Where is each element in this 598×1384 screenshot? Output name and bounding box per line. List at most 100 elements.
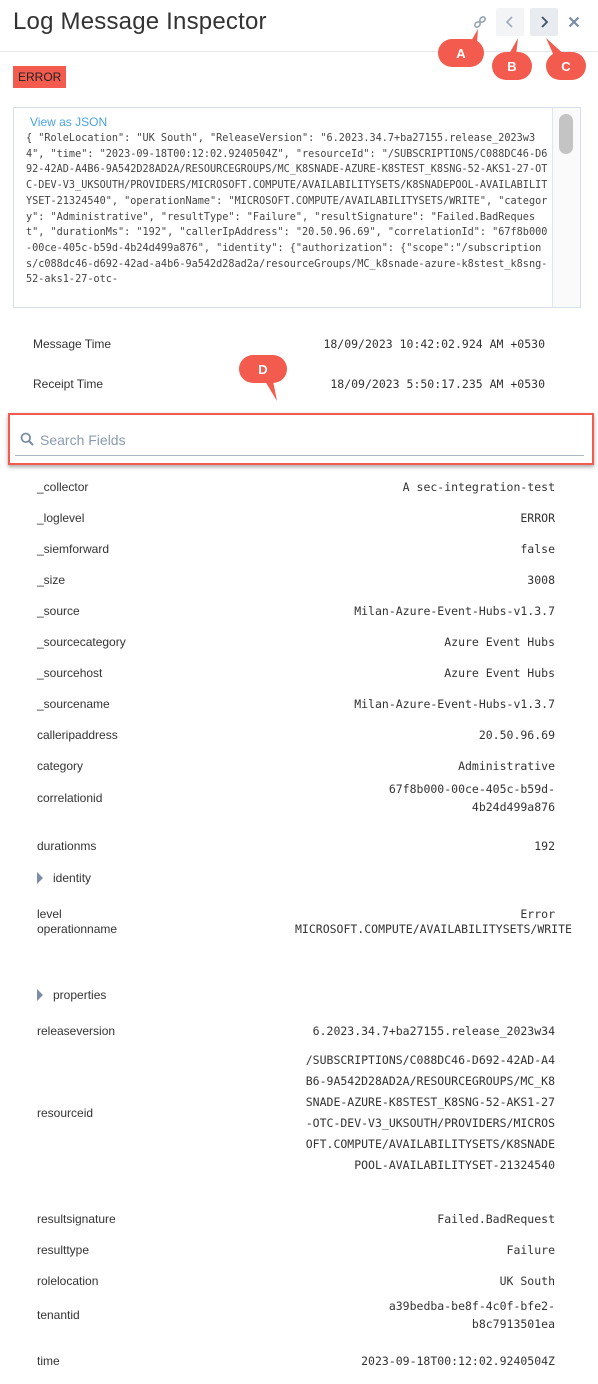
raw-message-scrollbar[interactable] bbox=[552, 108, 580, 307]
field-name-text: level bbox=[37, 907, 62, 921]
field-value: A sec-integration-test bbox=[402, 480, 555, 494]
field-name-text: resulttype bbox=[37, 1243, 90, 1257]
next-message-button[interactable] bbox=[530, 8, 558, 36]
field-value: /SUBSCRIPTIONS/C088DC46-D692-42AD-A4B6-9… bbox=[305, 1052, 555, 1172]
receipt-time-value: 18/09/2023 5:50:17.235 AM +0530 bbox=[330, 377, 545, 391]
close-button[interactable] bbox=[560, 8, 588, 36]
field-name: rolelocation bbox=[37, 1274, 98, 1288]
chevron-right-icon bbox=[541, 16, 549, 28]
field-name: level bbox=[37, 907, 62, 921]
field-name: _sourcecategory bbox=[37, 635, 126, 649]
callout-d: D bbox=[239, 355, 287, 401]
field-name-text: resultsignature bbox=[37, 1212, 116, 1226]
field-value: 2023-09-18T00:12:02.9240504Z bbox=[361, 1354, 555, 1368]
field-name-text: _sourcehost bbox=[37, 666, 103, 680]
field-row: category Administrative bbox=[37, 757, 555, 775]
callout-pointer bbox=[546, 38, 566, 56]
field-name-text: calleripaddress bbox=[37, 728, 118, 742]
callout-pointer bbox=[508, 38, 518, 56]
callout-label: B bbox=[507, 58, 517, 74]
field-row: _sourcename Milan-Azure-Event-Hubs-v1.3.7 bbox=[37, 695, 555, 713]
field-value: Azure Event Hubs bbox=[444, 635, 555, 649]
search-underline bbox=[15, 455, 584, 456]
link-icon bbox=[474, 16, 486, 28]
search-fields-container bbox=[8, 413, 594, 465]
field-row: _collector A sec-integration-test bbox=[37, 478, 555, 496]
field-name-text: _siemforward bbox=[37, 542, 110, 556]
expand-caret-icon[interactable] bbox=[37, 989, 43, 1001]
field-name[interactable]: identity bbox=[37, 871, 91, 885]
field-value: Milan-Azure-Event-Hubs-v1.3.7 bbox=[354, 604, 555, 618]
raw-message-panel[interactable]: View as JSON { "RoleLocation": "UK South… bbox=[13, 107, 581, 308]
field-name: _sourcename bbox=[37, 697, 110, 711]
field-name: category bbox=[37, 759, 83, 773]
field-value: 3008 bbox=[527, 573, 555, 587]
callout-label: D bbox=[258, 361, 268, 377]
field-value: Milan-Azure-Event-Hubs-v1.3.7 bbox=[354, 697, 555, 711]
scrollbar-thumb[interactable] bbox=[559, 114, 573, 154]
field-name-text: resourceid bbox=[37, 1105, 94, 1120]
field-name-text: _collector bbox=[37, 480, 89, 494]
field-name-text: _source bbox=[37, 604, 80, 618]
field-name-text: category bbox=[37, 759, 84, 773]
callout-label: A bbox=[456, 45, 466, 61]
field-value: ERROR bbox=[520, 511, 555, 525]
field-value: Failed.BadRequest bbox=[437, 1212, 555, 1226]
field-row: correlationid 67f8b000-00ce-405c-b59d-4b2… bbox=[37, 780, 555, 816]
field-row: tenantid a39bedba-be8f-4c0f-bfe2-b8c79135… bbox=[37, 1297, 555, 1333]
field-name-text: time bbox=[37, 1354, 60, 1368]
log-level-badge: ERROR bbox=[13, 66, 67, 88]
field-name-text: operationname bbox=[37, 922, 118, 936]
message-time-value: 18/09/2023 10:42:02.924 AM +0530 bbox=[323, 337, 545, 351]
field-row: durationms 192 bbox=[37, 837, 555, 855]
page-title: Log Message Inspector bbox=[13, 8, 267, 35]
field-name-text: identity bbox=[53, 871, 92, 885]
field-name: resourceid bbox=[37, 1106, 93, 1120]
field-row: _size 3008 bbox=[37, 571, 555, 589]
field-name-text: tenantid bbox=[37, 1308, 80, 1322]
field-row: time 2023-09-18T00:12:02.9240504Z bbox=[37, 1352, 555, 1370]
field-name: _source bbox=[37, 604, 80, 618]
callout-pointer bbox=[470, 29, 478, 43]
field-value: a39bedba-be8f-4c0f-bfe2-b8c7913501ea bbox=[388, 1299, 555, 1331]
callout-c: C bbox=[546, 38, 586, 80]
field-name-text: correlationid bbox=[37, 791, 103, 805]
field-name-text: _sourcename bbox=[37, 697, 110, 711]
field-name: calleripaddress bbox=[37, 728, 118, 742]
field-name: resultsignature bbox=[37, 1212, 116, 1226]
field-row[interactable]: properties bbox=[37, 988, 555, 1002]
field-name[interactable]: properties bbox=[37, 988, 106, 1002]
field-name-text: durationms bbox=[37, 839, 97, 853]
close-icon bbox=[568, 16, 580, 28]
field-name: tenantid bbox=[37, 1308, 80, 1322]
callout-b: B bbox=[492, 38, 532, 80]
field-name-text: _size bbox=[37, 573, 66, 587]
field-row: _loglevel ERROR bbox=[37, 509, 555, 527]
field-value: 192 bbox=[534, 839, 555, 853]
raw-message-text: { "RoleLocation": "UK South", "ReleaseVe… bbox=[26, 133, 548, 286]
field-value: MICROSOFT.COMPUTE/AVAILABILITYSETS/WRITE bbox=[295, 922, 572, 936]
field-row: operationname MICROSOFT.COMPUTE/AVAILABIL… bbox=[37, 920, 572, 938]
field-value: Failure bbox=[506, 1243, 555, 1257]
callout-a: A bbox=[438, 29, 484, 67]
search-icon bbox=[20, 432, 34, 446]
message-time-label: Message Time bbox=[33, 337, 112, 351]
field-value: 67f8b000-00ce-405c-b59d-4b24d499a876 bbox=[388, 782, 555, 814]
field-row: rolelocation UK South bbox=[37, 1272, 555, 1290]
previous-message-button[interactable] bbox=[496, 8, 524, 36]
field-name-text: rolelocation bbox=[37, 1274, 99, 1288]
field-name: durationms bbox=[37, 839, 96, 853]
field-value: false bbox=[520, 542, 555, 556]
field-name-text: _sourcecategory bbox=[37, 635, 126, 649]
field-name: _size bbox=[37, 573, 65, 587]
field-row[interactable]: identity bbox=[37, 871, 555, 885]
field-row: _sourcehost Azure Event Hubs bbox=[37, 664, 555, 682]
field-row: _siemforward false bbox=[37, 540, 555, 558]
expand-caret-icon[interactable] bbox=[37, 872, 43, 884]
view-as-json-link[interactable]: View as JSON bbox=[30, 115, 107, 129]
callout-pointer bbox=[265, 381, 277, 401]
field-row: resourceid/SUBSCRIPTIONS/C088DC46-D692-4… bbox=[37, 1010, 555, 1215]
search-fields-input[interactable] bbox=[40, 427, 570, 453]
field-row: _sourcecategory Azure Event Hubs bbox=[37, 633, 555, 651]
field-row: calleripaddress 20.50.96.69 bbox=[37, 726, 555, 744]
